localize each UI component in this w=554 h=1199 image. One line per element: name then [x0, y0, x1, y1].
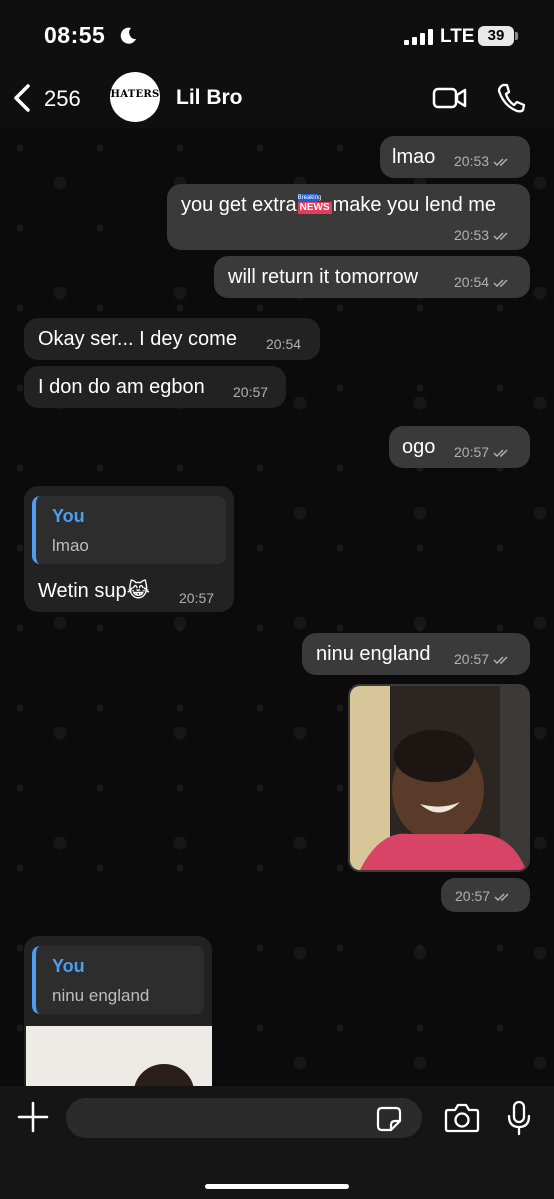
- quote-author: You: [52, 956, 85, 976]
- mic-icon[interactable]: [506, 1100, 532, 1136]
- avatar-text: HATERS: [110, 89, 160, 100]
- network-label: LTE: [440, 26, 475, 47]
- battery-cap: [515, 32, 518, 40]
- avatar[interactable]: HATERS: [110, 72, 160, 122]
- message-time: 20:54: [454, 274, 511, 290]
- chat-area[interactable]: lmao 20:53 you get extra Breaking NEWS make…: [0, 128, 554, 1086]
- incoming-reply-message[interactable]: You lmao Wetin sup😹 20:57: [24, 486, 234, 612]
- image-message[interactable]: [348, 684, 530, 872]
- message-text: will return it tomorrow: [228, 266, 419, 288]
- double-check-icon: [493, 279, 508, 288]
- incoming-message[interactable]: I don do am egbon 20:57: [24, 366, 286, 408]
- message-time: 20:57: [233, 384, 269, 400]
- quote-text: lmao: [52, 536, 89, 555]
- unread-count[interactable]: 256: [44, 86, 81, 112]
- sticker-icon[interactable]: [376, 1106, 402, 1132]
- composer-bar: [0, 1086, 554, 1199]
- video-call-icon[interactable]: [432, 84, 468, 112]
- quote-text: ninu england: [52, 986, 150, 1005]
- message-time: 20:53: [454, 227, 511, 243]
- message-time: 20:57: [454, 651, 511, 667]
- chat-header: 256 HATERS Lil Bro: [0, 70, 554, 128]
- photo[interactable]: [26, 1026, 212, 1086]
- plus-icon[interactable]: [16, 1100, 50, 1134]
- message-text: you get extra Breaking NEWS make you lend m…: [181, 194, 497, 216]
- outgoing-message[interactable]: you get extra Breaking NEWS make you lend m…: [167, 184, 530, 250]
- double-check-icon: [493, 449, 508, 458]
- quoted-message[interactable]: You lmao: [32, 496, 226, 564]
- message-text: I don do am egbon: [38, 376, 205, 398]
- battery-indicator: 39: [478, 26, 514, 46]
- breaking-news-emoji: Breaking NEWS: [297, 194, 332, 214]
- outgoing-message[interactable]: lmao 20:53: [380, 136, 530, 178]
- message-text: Okay ser... I dey come: [38, 328, 237, 350]
- camera-icon[interactable]: [444, 1102, 480, 1134]
- status-time: 08:55: [44, 22, 106, 48]
- back-chevron-icon[interactable]: [10, 82, 34, 114]
- quoted-message[interactable]: You ninu england: [32, 946, 204, 1014]
- message-text: ogo: [402, 436, 436, 458]
- contact-name[interactable]: Lil Bro: [176, 86, 243, 110]
- image-time-badge: 20:57: [441, 878, 530, 912]
- message-input[interactable]: [66, 1098, 422, 1138]
- double-check-icon: [493, 158, 508, 167]
- message-text: ninu england: [316, 643, 431, 665]
- message-time: 20:57: [455, 888, 512, 904]
- message-text: lmao: [392, 146, 436, 168]
- phone-icon[interactable]: [496, 82, 526, 114]
- double-check-icon: [494, 893, 509, 902]
- moon-icon: [120, 27, 136, 44]
- home-indicator: [205, 1184, 349, 1189]
- signal-icon: [404, 29, 433, 45]
- double-check-icon: [493, 656, 508, 665]
- double-check-icon: [493, 232, 508, 241]
- outgoing-message[interactable]: ninu england 20:57: [302, 633, 530, 675]
- message-time: 20:57: [454, 444, 511, 460]
- photo[interactable]: [350, 686, 528, 870]
- quote-author: You: [52, 506, 85, 526]
- outgoing-message[interactable]: ogo 20:57: [389, 426, 530, 468]
- message-time: 20:53: [454, 153, 511, 169]
- message-time: 20:57: [179, 590, 215, 606]
- message-text: Wetin sup😹: [38, 580, 150, 602]
- outgoing-message[interactable]: will return it tomorrow 20:54: [214, 256, 530, 298]
- message-time: 20:54: [266, 336, 302, 352]
- status-bar: 08:55 LTE 39: [0, 0, 554, 70]
- incoming-message[interactable]: Okay ser... I dey come 20:54: [24, 318, 320, 360]
